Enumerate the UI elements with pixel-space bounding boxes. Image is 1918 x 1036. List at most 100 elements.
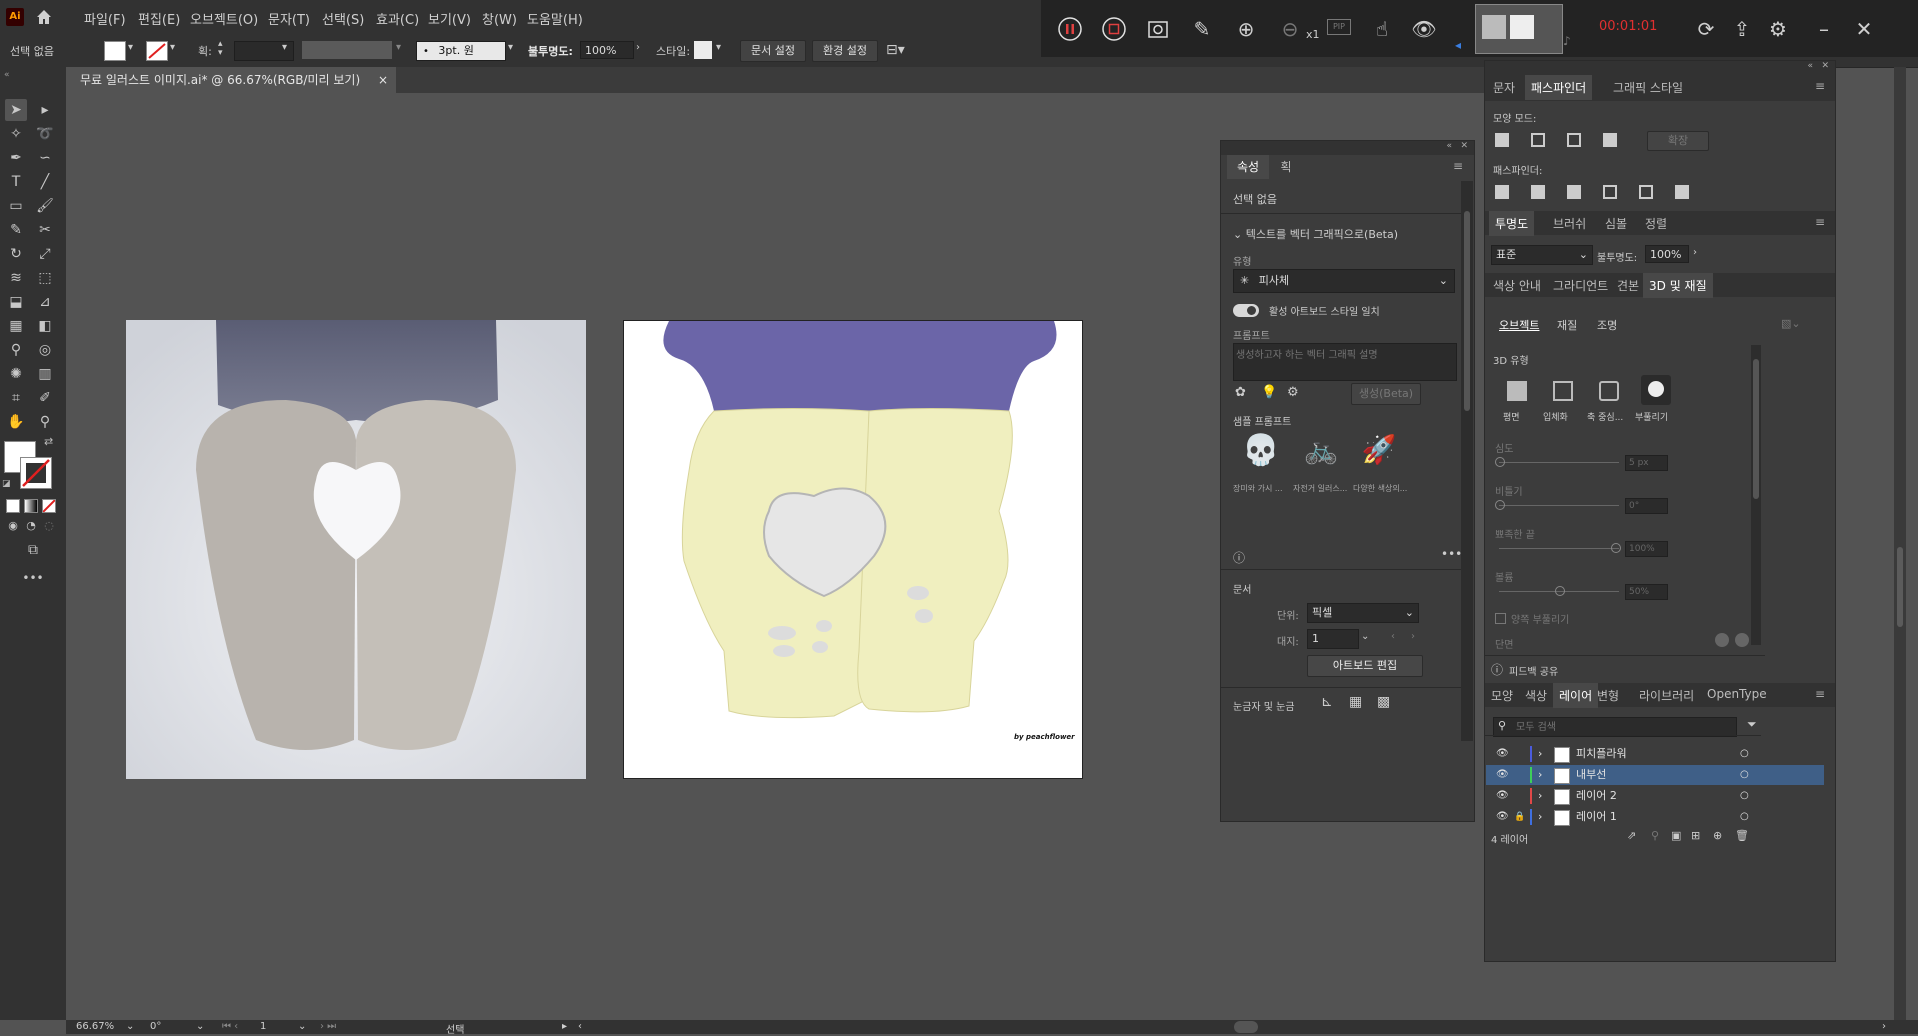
next-artboard-icon[interactable]: › (1411, 631, 1415, 642)
rotate-tool-icon[interactable]: ↻ (5, 243, 27, 265)
artboard-dropdown-icon[interactable]: ⌄ (298, 1021, 306, 1032)
opacity-field[interactable]: 100% (580, 41, 634, 59)
rectangle-tool-icon[interactable]: ▭ (5, 195, 27, 217)
menu-file[interactable]: 파일(F) (84, 9, 126, 28)
type-tool-icon[interactable]: T (5, 171, 27, 193)
artboard-illustration[interactable]: by peachflower (623, 320, 1083, 779)
style-dropdown-icon[interactable]: ▾ (716, 42, 721, 53)
properties-scrollbar[interactable] (1461, 181, 1473, 741)
exclude-icon[interactable] (1603, 133, 1617, 147)
expand-layer-icon[interactable]: › (1538, 744, 1542, 764)
outline-icon[interactable] (1639, 185, 1653, 199)
style-match-toggle[interactable] (1233, 304, 1259, 317)
twist-slider-handle[interactable] (1495, 500, 1505, 510)
expand-layer-icon[interactable]: › (1538, 786, 1542, 806)
zoom-dropdown-icon[interactable]: ⌄ (126, 1021, 134, 1032)
magic-wand-tool-icon[interactable]: ✧ (5, 123, 27, 145)
default-colors-icon[interactable]: ◪ (2, 479, 11, 489)
merge-icon[interactable] (1567, 185, 1581, 199)
pen-tool-icon[interactable]: ✒ (5, 147, 27, 169)
tab-align[interactable]: 정렬 (1645, 215, 1667, 232)
render-options-icon[interactable] (1735, 633, 1749, 647)
taper-slider-handle[interactable] (1611, 543, 1621, 553)
fill-swatch[interactable] (104, 41, 126, 61)
3d-revolve-icon[interactable] (1599, 381, 1619, 401)
expand-button[interactable]: 확장 (1647, 131, 1709, 151)
tab-swatches[interactable]: 견본 (1617, 277, 1639, 294)
artboard-photo[interactable] (126, 320, 586, 779)
style-swatch[interactable] (694, 41, 712, 59)
transparency-menu-icon[interactable]: ≡ (1815, 215, 1825, 229)
artboard-dropdown-icon[interactable]: ⌄ (1361, 631, 1369, 642)
swap-colors-icon[interactable]: ⇄ (44, 435, 53, 448)
visibility-eye-icon[interactable]: 👁 (1496, 765, 1509, 785)
both-sides-checkbox[interactable] (1495, 613, 1506, 624)
layer-row[interactable]: 👁 › 레이어 2 ○ (1486, 786, 1824, 806)
tab-symbols[interactable]: 심볼 (1605, 215, 1627, 232)
properties-panel-titlebar[interactable]: « ✕ (1221, 141, 1474, 155)
new-layer-icon[interactable]: ⊕ (1713, 829, 1722, 842)
target-icon[interactable]: ○ (1740, 744, 1749, 764)
close-icon[interactable]: ✕ (1851, 16, 1877, 42)
depth-field[interactable]: 5 px (1625, 455, 1668, 471)
tab-libraries[interactable]: 라이브러리 (1639, 687, 1694, 704)
layers-menu-icon[interactable]: ≡ (1815, 687, 1825, 701)
settings-icon[interactable]: ⚙ (1765, 16, 1791, 42)
lasso-tool-icon[interactable]: ➰ (34, 123, 56, 145)
transparency-opacity-arrow-icon[interactable]: › (1693, 247, 1697, 258)
layers-search-field[interactable] (1514, 718, 1728, 736)
subtab-object[interactable]: 오브젝트 (1499, 317, 1539, 333)
stroke-stepper-icon[interactable]: ▴ ▾ (218, 40, 223, 58)
divide-icon[interactable] (1495, 185, 1509, 199)
ruler-icon[interactable]: ⊾ (1321, 694, 1333, 710)
transparency-opacity-field[interactable]: 100% (1645, 245, 1689, 263)
scale-tool-icon[interactable]: ⤢ (34, 243, 56, 265)
subtab-materials[interactable]: 재질 (1557, 317, 1577, 333)
transparency-grid-icon[interactable]: ▩ (1377, 694, 1390, 710)
render-preview-icon[interactable] (1715, 633, 1729, 647)
expand-layer-icon[interactable]: › (1538, 765, 1542, 785)
collapse-toolbar-icon[interactable]: « (4, 70, 10, 80)
sample-rocket-icon[interactable]: 🚀 (1359, 433, 1399, 473)
rotation-value[interactable]: 0° (150, 1021, 161, 1032)
paintbrush-tool-icon[interactable]: 🖌 (34, 195, 56, 217)
depth-slider[interactable] (1499, 462, 1619, 463)
tab-graphic-styles[interactable]: 그래픽 스타일 (1613, 79, 1683, 96)
doc-setup-button[interactable]: 문서 설정 (740, 40, 806, 62)
twist-slider[interactable] (1499, 505, 1619, 506)
gear-icon[interactable]: ⚙ (1287, 385, 1299, 400)
delete-layer-icon[interactable]: 🗑 (1735, 829, 1749, 842)
tab-properties[interactable]: 속성 (1227, 155, 1269, 179)
tab-layers[interactable]: 레이어 (1553, 683, 1599, 708)
pause-icon[interactable] (1057, 16, 1083, 42)
fill-dropdown-icon[interactable]: ▾ (128, 42, 133, 53)
collapse-panel-icon[interactable]: « (1446, 141, 1452, 151)
screen-mode-icon[interactable]: ⧉ (22, 539, 44, 561)
color-mode-icon[interactable] (6, 499, 20, 513)
tab-character[interactable]: 문자 (1493, 79, 1515, 96)
brush-dropdown-icon[interactable]: ▾ (508, 42, 513, 53)
zoom-level[interactable]: 66.67% (76, 1021, 114, 1032)
tab-opentype[interactable]: OpenType (1707, 687, 1767, 701)
perspective-grid-tool-icon[interactable]: ⊿ (34, 291, 56, 313)
tab-appearance[interactable]: 모양 (1491, 687, 1513, 704)
more-tools-icon[interactable]: ••• (22, 567, 44, 589)
tab-3d-materials[interactable]: 3D 및 재질 (1643, 273, 1713, 298)
volume-field[interactable]: 50% (1625, 584, 1668, 600)
slice-tool-icon[interactable]: ✐ (34, 387, 56, 409)
column-graph-tool-icon[interactable]: ▥ (34, 363, 56, 385)
cursor-effect-icon[interactable]: ☝ (1369, 16, 1395, 42)
edit-artboards-button[interactable]: 아트보드 편집 (1307, 655, 1423, 677)
menu-object[interactable]: 오브젝트(O) (190, 9, 258, 28)
twist-field[interactable]: 0° (1625, 498, 1668, 514)
brush-field[interactable]: • 3pt. 원 (416, 41, 506, 61)
taper-slider[interactable] (1499, 548, 1619, 549)
pathfinder-menu-icon[interactable]: ≡ (1815, 79, 1825, 93)
panel-menu-icon[interactable]: ≡ (1453, 159, 1463, 173)
taper-field[interactable]: 100% (1625, 541, 1668, 557)
tab-transparency[interactable]: 투명도 (1489, 211, 1535, 236)
horizontal-scroll-thumb[interactable] (1234, 1021, 1258, 1033)
render-icon[interactable]: ▧⌄ (1781, 317, 1801, 330)
line-tool-icon[interactable]: ╱ (34, 171, 56, 193)
pip-icon[interactable]: PIP (1327, 19, 1351, 35)
